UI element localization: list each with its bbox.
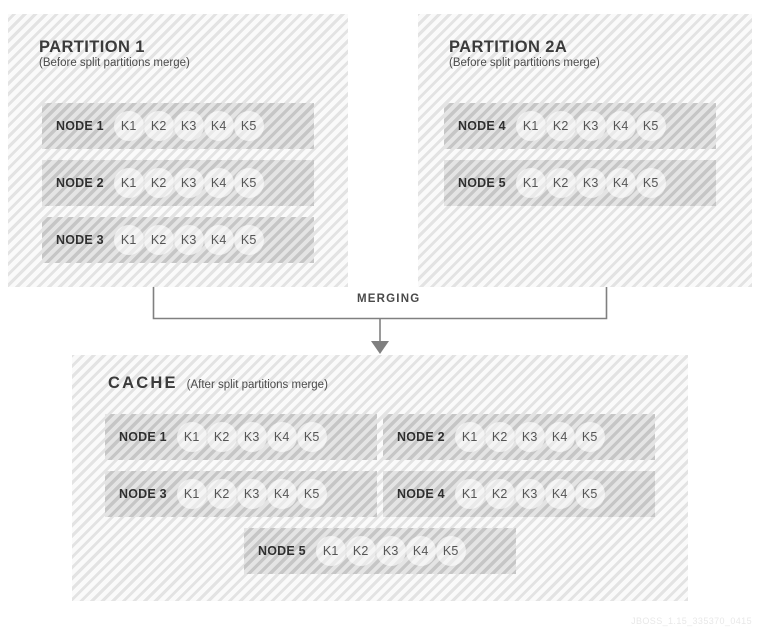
key-chip: K1 — [515, 111, 546, 141]
key-chip: K4 — [405, 536, 436, 566]
key-chip: K1 — [176, 422, 207, 452]
node-label: NODE 3 — [56, 233, 104, 247]
key-chip: K5 — [574, 422, 605, 452]
cache-node-3[interactable]: NODE 3 K1 K2 K3 K4 K5 — [105, 471, 377, 517]
key-chip: K3 — [173, 225, 204, 255]
node-label: NODE 2 — [397, 430, 445, 444]
key-chip: K3 — [575, 111, 606, 141]
key-chip: K2 — [484, 422, 515, 452]
key-chip: K2 — [545, 168, 576, 198]
key-chip: K4 — [605, 111, 636, 141]
key-chip: K4 — [266, 479, 297, 509]
key-chip: K2 — [484, 479, 515, 509]
cache-node-1[interactable]: NODE 1 K1 K2 K3 K4 K5 — [105, 414, 377, 460]
cache-node-4[interactable]: NODE 4 K1 K2 K3 K4 K5 — [383, 471, 655, 517]
key-chip: K3 — [514, 422, 545, 452]
node-keys: K1 K2 K3 K4 K5 — [515, 168, 666, 198]
key-chip: K4 — [544, 479, 575, 509]
node-label: NODE 4 — [458, 119, 506, 133]
merging-label: MERGING — [347, 293, 431, 305]
key-chip: K2 — [143, 168, 174, 198]
key-chip: K5 — [233, 168, 264, 198]
key-chip: K4 — [203, 168, 234, 198]
key-chip: K4 — [605, 168, 636, 198]
key-chip: K2 — [143, 111, 174, 141]
key-chip: K1 — [113, 225, 144, 255]
key-chip: K5 — [233, 111, 264, 141]
cache-panel: CACHE (After split partitions merge) NOD… — [72, 355, 688, 601]
key-chip: K2 — [143, 225, 174, 255]
key-chip: K2 — [206, 422, 237, 452]
cache-node-5[interactable]: NODE 5 K1 K2 K3 K4 K5 — [244, 528, 516, 574]
key-chip: K1 — [113, 111, 144, 141]
key-chip: K3 — [173, 111, 204, 141]
key-chip: K3 — [575, 168, 606, 198]
key-chip: K1 — [176, 479, 207, 509]
node-label: NODE 2 — [56, 176, 104, 190]
cache-heading: CACHE (After split partitions merge) — [108, 374, 328, 392]
key-chip: K1 — [515, 168, 546, 198]
key-chip: K5 — [574, 479, 605, 509]
node-keys: K1 K2 K3 K4 K5 — [176, 479, 327, 509]
key-chip: K2 — [206, 479, 237, 509]
node-label: NODE 1 — [56, 119, 104, 133]
node-label: NODE 3 — [119, 487, 167, 501]
node-label: NODE 5 — [458, 176, 506, 190]
key-chip: K2 — [545, 111, 576, 141]
key-chip: K3 — [375, 536, 406, 566]
key-chip: K4 — [544, 422, 575, 452]
key-chip: K3 — [514, 479, 545, 509]
node-keys: K1 K2 K3 K4 K5 — [454, 479, 605, 509]
key-chip: K1 — [454, 422, 485, 452]
key-chip: K3 — [236, 422, 267, 452]
watermark-text: JBOSS_1.15_335370_0415 — [631, 616, 752, 626]
node-keys: K1 K2 K3 K4 K5 — [113, 168, 264, 198]
key-chip: K5 — [296, 479, 327, 509]
key-chip: K5 — [435, 536, 466, 566]
node-keys: K1 K2 K3 K4 K5 — [315, 536, 466, 566]
node-keys: K1 K2 K3 K4 K5 — [113, 225, 264, 255]
node-keys: K1 K2 K3 K4 K5 — [176, 422, 327, 452]
key-chip: K2 — [345, 536, 376, 566]
key-chip: K4 — [203, 225, 234, 255]
key-chip: K1 — [113, 168, 144, 198]
key-chip: K4 — [266, 422, 297, 452]
node-label: NODE 5 — [258, 544, 306, 558]
merging-arrowhead — [371, 341, 389, 354]
node-keys: K1 K2 K3 K4 K5 — [454, 422, 605, 452]
key-chip: K1 — [454, 479, 485, 509]
cache-node-2[interactable]: NODE 2 K1 K2 K3 K4 K5 — [383, 414, 655, 460]
key-chip: K3 — [236, 479, 267, 509]
key-chip: K5 — [233, 225, 264, 255]
key-chip: K5 — [635, 168, 666, 198]
key-chip: K3 — [173, 168, 204, 198]
node-keys: K1 K2 K3 K4 K5 — [515, 111, 666, 141]
key-chip: K4 — [203, 111, 234, 141]
node-keys: K1 K2 K3 K4 K5 — [113, 111, 264, 141]
node-label: NODE 1 — [119, 430, 167, 444]
cache-title: CACHE — [108, 374, 178, 392]
cache-subtitle: (After split partitions merge) — [186, 379, 328, 391]
key-chip: K5 — [635, 111, 666, 141]
node-label: NODE 4 — [397, 487, 445, 501]
key-chip: K5 — [296, 422, 327, 452]
key-chip: K1 — [315, 536, 346, 566]
